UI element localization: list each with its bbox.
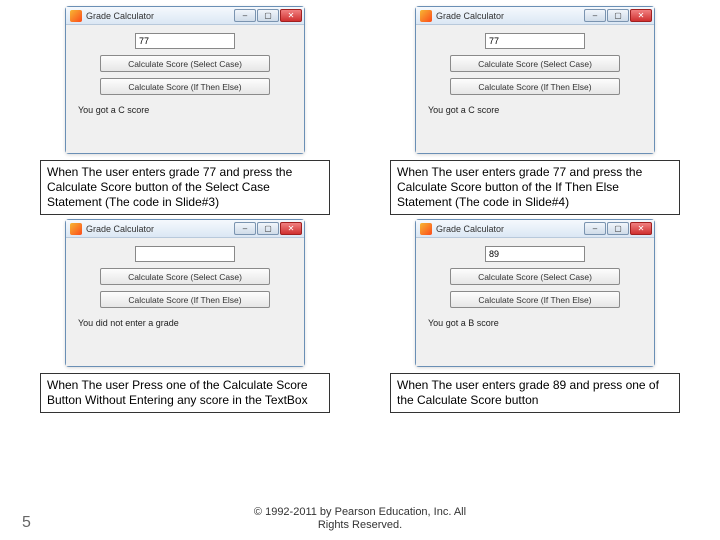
result-label: You got a C score xyxy=(78,105,149,115)
window-buttons: – ▢ ✕ xyxy=(584,222,652,235)
maximize-button[interactable]: ▢ xyxy=(257,222,279,235)
grade-input-value: 89 xyxy=(489,249,499,259)
window-buttons: – ▢ ✕ xyxy=(234,222,302,235)
maximize-button[interactable]: ▢ xyxy=(607,222,629,235)
client-area: 89 Calculate Score (Select Case) Calcula… xyxy=(416,238,654,366)
calc-select-case-button[interactable]: Calculate Score (Select Case) xyxy=(100,55,270,72)
window-buttons: – ▢ ✕ xyxy=(584,9,652,22)
quadrant-3: Grade Calculator – ▢ ✕ 89 Calculate Scor… xyxy=(390,219,680,367)
app-icon xyxy=(420,223,432,235)
quadrant-2: Grade Calculator – ▢ ✕ Calculate Score (… xyxy=(40,219,330,367)
app-window: Grade Calculator – ▢ ✕ 77 Calculate Scor… xyxy=(415,6,655,154)
window-title: Grade Calculator xyxy=(436,224,584,234)
result-label: You did not enter a grade xyxy=(78,318,179,328)
caption-3: When The user enters grade 89 and press … xyxy=(390,373,680,413)
quadrant-1: Grade Calculator – ▢ ✕ 77 Calculate Scor… xyxy=(390,6,680,154)
window-title: Grade Calculator xyxy=(436,11,584,21)
titlebar: Grade Calculator – ▢ ✕ xyxy=(416,7,654,25)
result-label: You got a C score xyxy=(428,105,499,115)
client-area: 77 Calculate Score (Select Case) Calcula… xyxy=(416,25,654,153)
close-button[interactable]: ✕ xyxy=(630,222,652,235)
titlebar: Grade Calculator – ▢ ✕ xyxy=(416,220,654,238)
app-icon xyxy=(70,10,82,22)
maximize-button[interactable]: ▢ xyxy=(257,9,279,22)
grade-input[interactable]: 77 xyxy=(135,33,235,49)
window-title: Grade Calculator xyxy=(86,224,234,234)
close-button[interactable]: ✕ xyxy=(280,222,302,235)
grade-input[interactable]: 89 xyxy=(485,246,585,262)
caption-0: When The user enters grade 77 and press … xyxy=(40,160,330,215)
calc-if-then-else-button[interactable]: Calculate Score (If Then Else) xyxy=(450,291,620,308)
maximize-button[interactable]: ▢ xyxy=(607,9,629,22)
copyright-line2: Rights Reserved. xyxy=(318,519,402,531)
calc-if-then-else-button[interactable]: Calculate Score (If Then Else) xyxy=(100,291,270,308)
minimize-button[interactable]: – xyxy=(584,9,606,22)
client-area: Calculate Score (Select Case) Calculate … xyxy=(66,238,304,366)
minimize-button[interactable]: – xyxy=(234,9,256,22)
caption-1: When The user enters grade 77 and press … xyxy=(390,160,680,215)
calc-select-case-button[interactable]: Calculate Score (Select Case) xyxy=(450,268,620,285)
app-window: Grade Calculator – ▢ ✕ Calculate Score (… xyxy=(65,219,305,367)
app-icon xyxy=(420,10,432,22)
calc-if-then-else-button[interactable]: Calculate Score (If Then Else) xyxy=(450,78,620,95)
minimize-button[interactable]: – xyxy=(584,222,606,235)
result-label: You got a B score xyxy=(428,318,499,328)
app-icon xyxy=(70,223,82,235)
caption-2: When The user Press one of the Calculate… xyxy=(40,373,330,413)
titlebar: Grade Calculator – ▢ ✕ xyxy=(66,220,304,238)
grade-input-value: 77 xyxy=(139,36,149,46)
close-button[interactable]: ✕ xyxy=(630,9,652,22)
titlebar: Grade Calculator – ▢ ✕ xyxy=(66,7,304,25)
footer: 5 © 1992-2011 by Pearson Education, Inc.… xyxy=(0,506,720,532)
grade-input-value: 77 xyxy=(489,36,499,46)
minimize-button[interactable]: – xyxy=(234,222,256,235)
slide-grid: Grade Calculator – ▢ ✕ 77 Calculate Scor… xyxy=(0,0,720,413)
grade-input[interactable] xyxy=(135,246,235,262)
close-button[interactable]: ✕ xyxy=(280,9,302,22)
window-title: Grade Calculator xyxy=(86,11,234,21)
copyright: © 1992-2011 by Pearson Education, Inc. A… xyxy=(254,506,466,532)
grade-input[interactable]: 77 xyxy=(485,33,585,49)
copyright-line1: © 1992-2011 by Pearson Education, Inc. A… xyxy=(254,506,466,518)
window-buttons: – ▢ ✕ xyxy=(234,9,302,22)
app-window: Grade Calculator – ▢ ✕ 89 Calculate Scor… xyxy=(415,219,655,367)
slide-number: 5 xyxy=(22,514,31,532)
quadrant-0: Grade Calculator – ▢ ✕ 77 Calculate Scor… xyxy=(40,6,330,154)
client-area: 77 Calculate Score (Select Case) Calcula… xyxy=(66,25,304,153)
calc-if-then-else-button[interactable]: Calculate Score (If Then Else) xyxy=(100,78,270,95)
calc-select-case-button[interactable]: Calculate Score (Select Case) xyxy=(450,55,620,72)
app-window: Grade Calculator – ▢ ✕ 77 Calculate Scor… xyxy=(65,6,305,154)
calc-select-case-button[interactable]: Calculate Score (Select Case) xyxy=(100,268,270,285)
